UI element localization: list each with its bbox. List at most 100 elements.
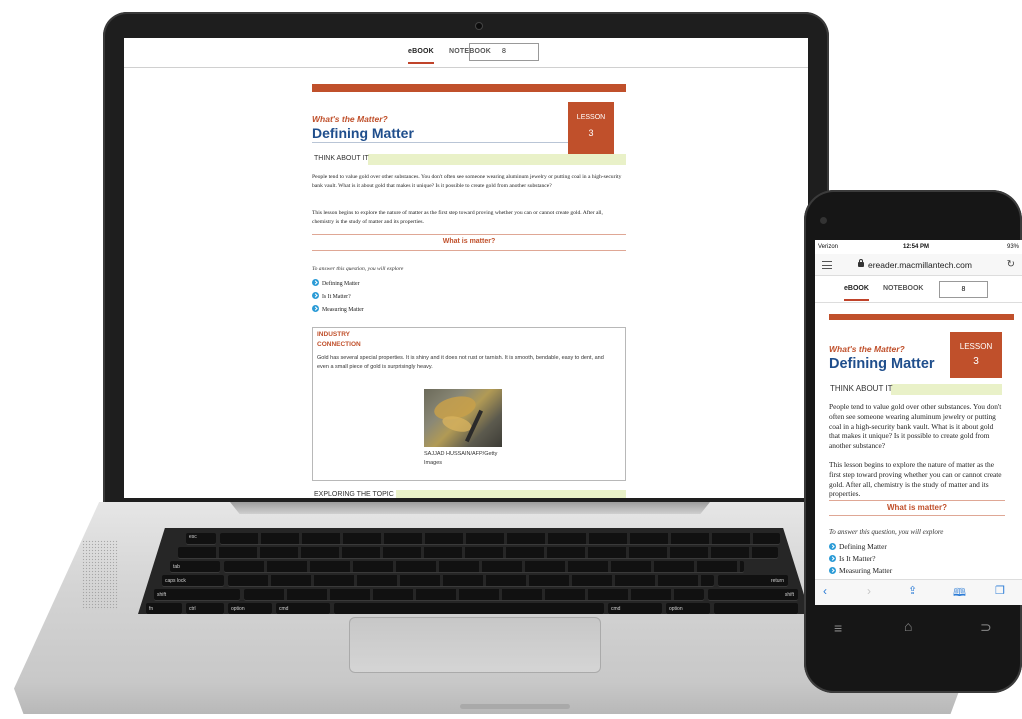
function-keys[interactable] xyxy=(220,533,780,545)
battery-level: 93% xyxy=(1006,244,1019,250)
tab-ebook[interactable]: eBOOK xyxy=(844,285,869,301)
explore-link-label: Defining Matter xyxy=(322,281,360,287)
ebook-tabbar: eBOOK NOTEBOOK 8 xyxy=(815,276,1022,303)
back-nav-icon[interactable]: ⊃ xyxy=(980,619,992,636)
section-highlight xyxy=(396,490,626,498)
camera-icon xyxy=(476,23,482,29)
key-shift-right[interactable]: shift xyxy=(708,589,798,601)
status-time: 12:54 PM xyxy=(903,244,930,250)
tabs-icon[interactable]: ❐ xyxy=(995,584,1005,597)
key-fn[interactable]: fn xyxy=(146,603,182,614)
keyboard: esc tab caps lock return shift shift fn … xyxy=(138,528,810,614)
url-bar[interactable]: ereader.macmillantech.com ↻ xyxy=(815,254,1022,276)
bookmarks-icon[interactable]: 🕮 xyxy=(953,584,966,603)
explore-link-label: Is It Matter? xyxy=(322,294,351,300)
explore-link-label: Measuring Matter xyxy=(839,566,893,575)
gold-jewelry-photo xyxy=(424,389,502,447)
industry-title: INDUSTRY xyxy=(317,331,350,338)
status-bar: Verizon 12:54 PM 93% xyxy=(815,240,1022,254)
laptop-hinge xyxy=(230,502,710,514)
key-tab[interactable]: tab xyxy=(170,561,220,573)
page-number-input[interactable]: 8 xyxy=(469,43,539,61)
divider xyxy=(312,142,568,143)
laptop-front-notch xyxy=(460,704,570,709)
key-space[interactable] xyxy=(334,603,604,614)
arrow-icon xyxy=(829,555,836,562)
divider xyxy=(829,500,1005,501)
page-number-input[interactable]: 8 xyxy=(939,281,988,298)
explore-link-defining-matter[interactable]: Defining Matter xyxy=(312,279,360,287)
trackpad[interactable] xyxy=(349,617,601,673)
key-row-numbers xyxy=(138,546,810,560)
explore-link-defining-matter[interactable]: Defining Matter xyxy=(829,542,887,551)
recent-apps-icon[interactable]: ≡ xyxy=(834,620,842,636)
section-heading: EXPLORING THE TOPIC xyxy=(314,491,394,498)
key-option-right[interactable]: option xyxy=(666,603,710,614)
key-esc[interactable]: esc xyxy=(186,533,216,545)
paragraph: This lesson begins to explore the nature… xyxy=(829,460,1002,499)
key-return[interactable]: return xyxy=(718,575,788,587)
explore-link-label: Is It Matter? xyxy=(839,554,876,563)
letter-keys-home[interactable] xyxy=(228,575,714,587)
key-ctrl[interactable]: ctrl xyxy=(186,603,224,614)
question-heading: What is matter? xyxy=(886,503,947,512)
back-icon[interactable]: ‹ xyxy=(823,584,827,598)
explore-link-measuring-matter[interactable]: Measuring Matter xyxy=(312,305,364,313)
lesson-badge-number: 3 xyxy=(973,356,979,367)
key-row-function: esc xyxy=(138,532,810,546)
explore-link-measuring-matter[interactable]: Measuring Matter xyxy=(829,566,892,575)
lesson-subtitle: What's the Matter? xyxy=(829,344,905,354)
tab-notebook[interactable]: NOTEBOOK xyxy=(883,285,923,292)
speaker-grille-left xyxy=(82,540,118,610)
section-highlight xyxy=(891,384,1002,395)
divider xyxy=(312,234,626,235)
explore-link-label: Measuring Matter xyxy=(322,307,364,313)
divider xyxy=(312,250,626,251)
section-think-about-it: THINK ABOUT IT xyxy=(312,154,626,165)
lesson-title: Defining Matter xyxy=(312,125,414,141)
paragraph: People tend to value gold over other sub… xyxy=(312,174,622,189)
lesson-header-bar xyxy=(312,84,626,92)
letter-keys-top[interactable] xyxy=(224,561,744,573)
section-highlight xyxy=(368,154,626,165)
lesson-badge-label: LESSON xyxy=(576,114,606,121)
share-icon[interactable]: ⇪ xyxy=(908,584,917,597)
key-cmd-right[interactable]: cmd xyxy=(608,603,662,614)
letter-keys-bottom[interactable] xyxy=(244,589,704,601)
number-keys[interactable] xyxy=(178,547,778,559)
key-caps-lock[interactable]: caps lock xyxy=(162,575,224,587)
arrow-keys[interactable] xyxy=(714,603,798,614)
arrow-icon xyxy=(312,292,319,299)
explore-link-is-it-matter[interactable]: Is It Matter? xyxy=(312,292,351,300)
menu-icon[interactable] xyxy=(822,261,832,269)
carrier-label: Verizon xyxy=(818,244,839,250)
key-row-shift: shift shift xyxy=(138,588,810,602)
reload-icon[interactable]: ↻ xyxy=(1007,259,1015,270)
explore-link-is-it-matter[interactable]: Is It Matter? xyxy=(829,554,876,563)
lesson-header-bar xyxy=(829,314,1014,320)
lesson-badge-number: 3 xyxy=(588,128,594,138)
explore-intro: To answer this question, you will explor… xyxy=(829,528,944,536)
forward-icon[interactable]: › xyxy=(867,584,871,598)
divider xyxy=(829,515,1005,516)
key-option-left[interactable]: option xyxy=(228,603,272,614)
paragraph: This lesson begins to explore the nature… xyxy=(312,210,603,225)
laptop-screen: eBOOK NOTEBOOK 8 LESSON 3 What's the Mat… xyxy=(124,38,808,498)
question-heading: What is matter? xyxy=(442,238,496,245)
url-text[interactable]: ereader.macmillantech.com xyxy=(868,260,972,270)
key-shift-left[interactable]: shift xyxy=(154,589,240,601)
home-icon[interactable]: ⌂ xyxy=(904,618,912,634)
arrow-icon xyxy=(312,305,319,312)
lesson-title: Defining Matter xyxy=(829,356,935,372)
section-heading: THINK ABOUT IT xyxy=(314,155,369,162)
section-exploring-the-topic: EXPLORING THE TOPIC xyxy=(312,490,626,498)
key-cmd-left[interactable]: cmd xyxy=(276,603,330,614)
lesson-badge: LESSON 3 xyxy=(950,332,1002,378)
lesson-badge-label: LESSON xyxy=(959,342,993,351)
arrow-icon xyxy=(829,567,836,574)
arrow-icon xyxy=(829,543,836,550)
lock-icon xyxy=(858,259,864,267)
connection-title: CONNECTION xyxy=(317,341,361,348)
section-heading: THINK ABOUT IT xyxy=(830,384,893,393)
tab-ebook[interactable]: eBOOK xyxy=(408,48,434,64)
